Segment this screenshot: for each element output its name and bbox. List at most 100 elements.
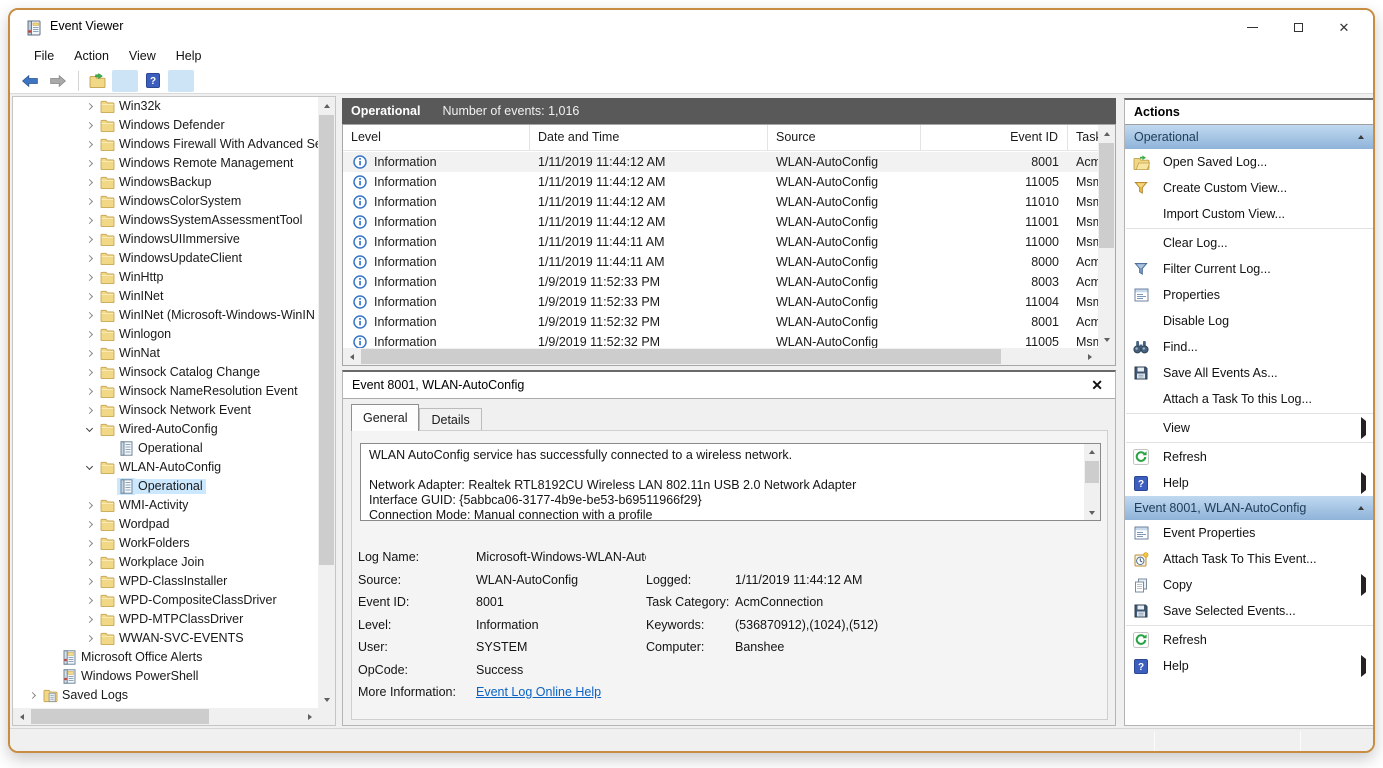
tree-item-wpd-compositeclassdriver[interactable]: WPD-CompositeClassDriver	[13, 591, 318, 610]
action-import-custom-view[interactable]: Import Custom View...	[1125, 201, 1374, 227]
event-row[interactable]: Information1/9/2019 11:52:32 PMWLAN-Auto…	[343, 332, 1098, 348]
scroll-up-arrow[interactable]	[1098, 125, 1115, 142]
menu-view[interactable]: View	[119, 46, 166, 67]
close-detail-icon[interactable]: ✕	[1091, 377, 1103, 394]
tree-item-windows-remote-management[interactable]: Windows Remote Management	[13, 154, 318, 173]
action-disable-log[interactable]: Disable Log	[1125, 308, 1374, 334]
back-button[interactable]	[17, 70, 43, 92]
chevron-collapsed-icon[interactable]	[82, 555, 98, 571]
tree-vertical-scrollbar[interactable]	[318, 97, 335, 708]
tree-item-operational[interactable]: Operational	[13, 477, 318, 496]
tree-item-microsoft-office-alerts[interactable]: Microsoft Office Alerts	[13, 648, 318, 667]
tree-item-winhttp[interactable]: WinHttp	[13, 268, 318, 287]
chevron-collapsed-icon[interactable]	[82, 213, 98, 229]
tree-item-wininet[interactable]: WinINet	[13, 287, 318, 306]
action-refresh[interactable]: Refresh	[1125, 627, 1374, 653]
action-create-custom-view[interactable]: Create Custom View...	[1125, 175, 1374, 201]
event-row[interactable]: Information1/9/2019 11:52:33 PMWLAN-Auto…	[343, 292, 1098, 312]
chevron-collapsed-icon[interactable]	[82, 251, 98, 267]
actions-section-header-operational[interactable]: Operational	[1125, 125, 1374, 149]
event-row[interactable]: Information1/11/2019 11:44:11 AMWLAN-Aut…	[343, 232, 1098, 252]
event-row[interactable]: Information1/11/2019 11:44:12 AMWLAN-Aut…	[343, 212, 1098, 232]
tree-item-saved-logs[interactable]: Saved Logs	[13, 686, 318, 705]
chevron-collapsed-icon[interactable]	[82, 574, 98, 590]
tree-item-winnat[interactable]: WinNat	[13, 344, 318, 363]
tree-item-wpd-mtpclassdriver[interactable]: WPD-MTPClassDriver	[13, 610, 318, 629]
chevron-collapsed-icon[interactable]	[82, 612, 98, 628]
event-log-online-help-link[interactable]: Event Log Online Help	[476, 685, 646, 699]
column-header-event-id[interactable]: Event ID	[921, 125, 1068, 150]
action-event-properties[interactable]: Event Properties	[1125, 520, 1374, 546]
tree-item-wwan-svc-events[interactable]: WWAN-SVC-EVENTS	[13, 629, 318, 648]
chevron-collapsed-icon[interactable]	[82, 631, 98, 647]
scroll-right-arrow[interactable]	[301, 708, 318, 725]
tree-hscroll-thumb[interactable]	[31, 709, 209, 724]
tree-item-wlan-autoconfig[interactable]: WLAN-AutoConfig	[13, 458, 318, 477]
forward-button[interactable]	[45, 70, 71, 92]
chevron-collapsed-icon[interactable]	[82, 99, 98, 115]
close-button[interactable]: ✕	[1321, 10, 1367, 44]
scroll-left-arrow[interactable]	[343, 348, 360, 365]
chevron-collapsed-icon[interactable]	[82, 308, 98, 324]
scroll-down-arrow[interactable]	[1084, 505, 1100, 520]
action-filter-current-log[interactable]: Filter Current Log...	[1125, 256, 1374, 282]
event-row[interactable]: Information1/11/2019 11:44:12 AMWLAN-Aut…	[343, 172, 1098, 192]
event-message-box[interactable]: WLAN AutoConfig service has successfully…	[360, 443, 1101, 521]
action-properties[interactable]: Properties	[1125, 282, 1374, 308]
tree-item-winsock-catalog-change[interactable]: Winsock Catalog Change	[13, 363, 318, 382]
tree-item-wmi-activity[interactable]: WMI-Activity	[13, 496, 318, 515]
minimize-button[interactable]	[1229, 10, 1275, 44]
chevron-collapsed-icon[interactable]	[82, 403, 98, 419]
action-view[interactable]: View	[1125, 415, 1374, 441]
action-clear-log[interactable]: Clear Log...	[1125, 230, 1374, 256]
scroll-down-arrow[interactable]	[1098, 331, 1115, 348]
chevron-collapsed-icon[interactable]	[82, 346, 98, 362]
chevron-collapsed-icon[interactable]	[82, 137, 98, 153]
action-save-all-events-as[interactable]: Save All Events As...	[1125, 360, 1374, 386]
toggle-action-pane-button[interactable]	[168, 70, 194, 92]
tree-item-windowsbackup[interactable]: WindowsBackup	[13, 173, 318, 192]
chevron-collapsed-icon[interactable]	[82, 593, 98, 609]
actions-section-header-event-8001-wlan-autoconfig[interactable]: Event 8001, WLAN-AutoConfig	[1125, 496, 1374, 520]
tree-item-windows-firewall-with-advanced-se[interactable]: Windows Firewall With Advanced Se	[13, 135, 318, 154]
chevron-collapsed-icon[interactable]	[82, 289, 98, 305]
scroll-left-arrow[interactable]	[13, 708, 30, 725]
column-header-date-and-time[interactable]: Date and Time	[530, 125, 768, 150]
column-header-task-c[interactable]: Task C	[1068, 125, 1098, 150]
chevron-collapsed-icon[interactable]	[82, 536, 98, 552]
scroll-up-arrow[interactable]	[318, 97, 335, 114]
toggle-console-tree-button[interactable]	[112, 70, 138, 92]
tree-item-winlogon[interactable]: Winlogon	[13, 325, 318, 344]
tree-item-wordpad[interactable]: Wordpad	[13, 515, 318, 534]
menu-file[interactable]: File	[24, 46, 64, 67]
event-row[interactable]: Information1/9/2019 11:52:32 PMWLAN-Auto…	[343, 312, 1098, 332]
chevron-collapsed-icon[interactable]	[82, 517, 98, 533]
action-attach-a-task-to-this-log[interactable]: Attach a Task To this Log...	[1125, 386, 1374, 412]
chevron-collapsed-icon[interactable]	[82, 194, 98, 210]
tree-item-winsock-network-event[interactable]: Winsock Network Event	[13, 401, 318, 420]
action-save-selected-events[interactable]: Save Selected Events...	[1125, 598, 1374, 624]
action-open-saved-log[interactable]: Open Saved Log...	[1125, 149, 1374, 175]
tree-item-wpd-classinstaller[interactable]: WPD-ClassInstaller	[13, 572, 318, 591]
menu-action[interactable]: Action	[64, 46, 119, 67]
chevron-expanded-icon[interactable]	[82, 460, 98, 476]
column-header-source[interactable]: Source	[768, 125, 921, 150]
scroll-up-arrow[interactable]	[1084, 444, 1100, 459]
tab-general[interactable]: General	[351, 404, 419, 431]
event-row[interactable]: Information1/11/2019 11:44:11 AMWLAN-Aut…	[343, 252, 1098, 272]
help-button[interactable]: ?	[140, 70, 166, 92]
chevron-collapsed-icon[interactable]	[82, 498, 98, 514]
list-horizontal-scrollbar[interactable]	[343, 348, 1098, 365]
list-vertical-scrollbar[interactable]	[1098, 125, 1115, 348]
chevron-collapsed-icon[interactable]	[82, 156, 98, 172]
tree-item-workplace-join[interactable]: Workplace Join	[13, 553, 318, 572]
action-help[interactable]: ?Help	[1125, 653, 1374, 679]
menu-help[interactable]: Help	[166, 46, 212, 67]
tab-details[interactable]: Details	[419, 408, 481, 431]
list-hscroll-thumb[interactable]	[361, 349, 1001, 364]
tree-item-workfolders[interactable]: WorkFolders	[13, 534, 318, 553]
column-header-level[interactable]: Level	[343, 125, 530, 150]
action-help[interactable]: ?Help	[1125, 470, 1374, 496]
chevron-collapsed-icon[interactable]	[82, 327, 98, 343]
tree-item-windowssystemassessmenttool[interactable]: WindowsSystemAssessmentTool	[13, 211, 318, 230]
